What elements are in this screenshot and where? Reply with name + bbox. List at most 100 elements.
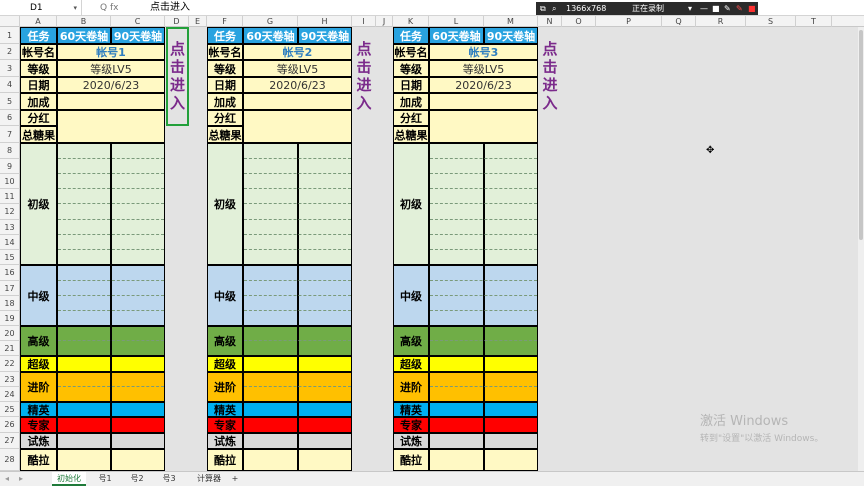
row-header[interactable]: 5: [0, 93, 20, 110]
tab-calculator[interactable]: 计算器: [192, 472, 226, 486]
tier-middle-label[interactable]: 中级: [20, 265, 57, 326]
tier-advanced-90-cell[interactable]: [298, 372, 352, 402]
level-label[interactable]: 等级: [207, 60, 243, 77]
tier-kula-60-cell[interactable]: [57, 449, 111, 471]
tier-primary-60-cell[interactable]: [57, 143, 111, 265]
scroll-60-header[interactable]: 60天卷轴: [429, 27, 484, 44]
column-header[interactable]: M: [484, 16, 538, 27]
column-header[interactable]: H: [298, 16, 352, 27]
tier-advanced-60-cell[interactable]: [429, 372, 484, 402]
scroll-60-header[interactable]: 60天卷轴: [57, 27, 111, 44]
tier-trial-90-cell[interactable]: [111, 433, 165, 449]
dividend-candy-value[interactable]: [429, 110, 538, 143]
dividend-candy-value[interactable]: [57, 110, 165, 143]
tier-expert-90-cell[interactable]: [484, 417, 538, 433]
tab-scroll-left-icon[interactable]: ◂: [0, 472, 14, 486]
account-label[interactable]: 帐号名: [393, 44, 429, 60]
scroll-90-header[interactable]: 90天卷轴: [111, 27, 165, 44]
row-header[interactable]: 12: [0, 204, 20, 220]
account-label[interactable]: 帐号名: [20, 44, 57, 60]
tier-high-90-cell[interactable]: [484, 326, 538, 356]
tier-primary-60-cell[interactable]: [429, 143, 484, 265]
account-label[interactable]: 帐号名: [207, 44, 243, 60]
search-icon[interactable]: ⌕: [552, 2, 556, 15]
tier-expert-label[interactable]: 专家: [207, 417, 243, 433]
tier-high-label[interactable]: 高级: [20, 326, 57, 356]
column-header[interactable]: T: [796, 16, 832, 27]
window-icon[interactable]: ⧉: [540, 2, 546, 15]
bonus-label[interactable]: 加成: [393, 93, 429, 110]
row-header[interactable]: 1: [0, 27, 20, 44]
dividend-label[interactable]: 分红: [20, 110, 57, 126]
column-header[interactable]: G: [243, 16, 298, 27]
level-value[interactable]: 等级LV5: [429, 60, 538, 77]
date-label[interactable]: 日期: [207, 77, 243, 93]
row-header[interactable]: 11: [0, 189, 20, 204]
row-header[interactable]: 20: [0, 326, 20, 341]
column-header[interactable]: N: [538, 16, 562, 27]
row-header[interactable]: 4: [0, 77, 20, 93]
task-header[interactable]: 任务: [207, 27, 243, 44]
column-header[interactable]: K: [393, 16, 429, 27]
tier-super-label[interactable]: 超级: [20, 356, 57, 372]
tier-advanced-90-cell[interactable]: [484, 372, 538, 402]
tier-super-label[interactable]: 超级: [393, 356, 429, 372]
tier-trial-90-cell[interactable]: [298, 433, 352, 449]
row-header[interactable]: 7: [0, 126, 20, 143]
pen-icon[interactable]: ✎: [724, 2, 731, 15]
tier-expert-90-cell[interactable]: [298, 417, 352, 433]
tier-expert-60-cell[interactable]: [57, 417, 111, 433]
row-header[interactable]: 23: [0, 372, 20, 387]
tier-super-90-cell[interactable]: [484, 356, 538, 372]
tier-advanced-60-cell[interactable]: [57, 372, 111, 402]
date-value[interactable]: 2020/6/23: [57, 77, 165, 93]
scroll-90-header[interactable]: 90天卷轴: [484, 27, 538, 44]
scroll-60-header[interactable]: 60天卷轴: [243, 27, 298, 44]
total-candy-label[interactable]: 总糖果: [393, 126, 429, 143]
tier-super-60-cell[interactable]: [57, 356, 111, 372]
tier-expert-label[interactable]: 专家: [393, 417, 429, 433]
bonus-value[interactable]: [429, 93, 538, 110]
tier-advanced-60-cell[interactable]: [243, 372, 298, 402]
tier-middle-label[interactable]: 中级: [393, 265, 429, 326]
column-header[interactable]: A: [20, 16, 57, 27]
tier-kula-label[interactable]: 酷拉: [20, 449, 57, 471]
column-header[interactable]: P: [596, 16, 662, 27]
row-header[interactable]: 22: [0, 356, 20, 372]
tier-trial-60-cell[interactable]: [243, 433, 298, 449]
camera-icon[interactable]: ■: [712, 2, 720, 15]
row-header[interactable]: 16: [0, 265, 20, 281]
tier-expert-60-cell[interactable]: [243, 417, 298, 433]
formula-input[interactable]: 点击进入: [150, 0, 190, 16]
tier-super-label[interactable]: 超级: [207, 356, 243, 372]
row-header[interactable]: 26: [0, 417, 20, 433]
column-header[interactable]: I: [352, 16, 376, 27]
tab-account-3[interactable]: 号3: [156, 472, 182, 486]
tier-primary-label[interactable]: 初级: [207, 143, 243, 265]
tier-super-90-cell[interactable]: [111, 356, 165, 372]
name-box[interactable]: D1 ▾: [0, 0, 82, 16]
tier-primary-90-cell[interactable]: [111, 143, 165, 265]
column-header[interactable]: J: [376, 16, 393, 27]
column-header[interactable]: E: [189, 16, 207, 27]
tier-primary-60-cell[interactable]: [243, 143, 298, 265]
stop-icon[interactable]: ■: [748, 2, 756, 15]
tier-high-90-cell[interactable]: [111, 326, 165, 356]
tier-advanced-90-cell[interactable]: [111, 372, 165, 402]
row-header[interactable]: 14: [0, 235, 20, 250]
account-name[interactable]: 帐号1: [57, 44, 165, 60]
tab-init[interactable]: 初始化: [52, 472, 86, 486]
tier-trial-60-cell[interactable]: [429, 433, 484, 449]
account-name[interactable]: 帐号2: [243, 44, 352, 60]
row-header[interactable]: 9: [0, 159, 20, 174]
date-label[interactable]: 日期: [393, 77, 429, 93]
date-value[interactable]: 2020/6/23: [243, 77, 352, 93]
row-header[interactable]: 27: [0, 433, 20, 449]
tier-super-90-cell[interactable]: [298, 356, 352, 372]
tier-elite-90-cell[interactable]: [484, 402, 538, 417]
bonus-label[interactable]: 加成: [20, 93, 57, 110]
tier-high-60-cell[interactable]: [57, 326, 111, 356]
tier-kula-label[interactable]: 酷拉: [393, 449, 429, 471]
column-header[interactable]: F: [207, 16, 243, 27]
tier-expert-90-cell[interactable]: [111, 417, 165, 433]
